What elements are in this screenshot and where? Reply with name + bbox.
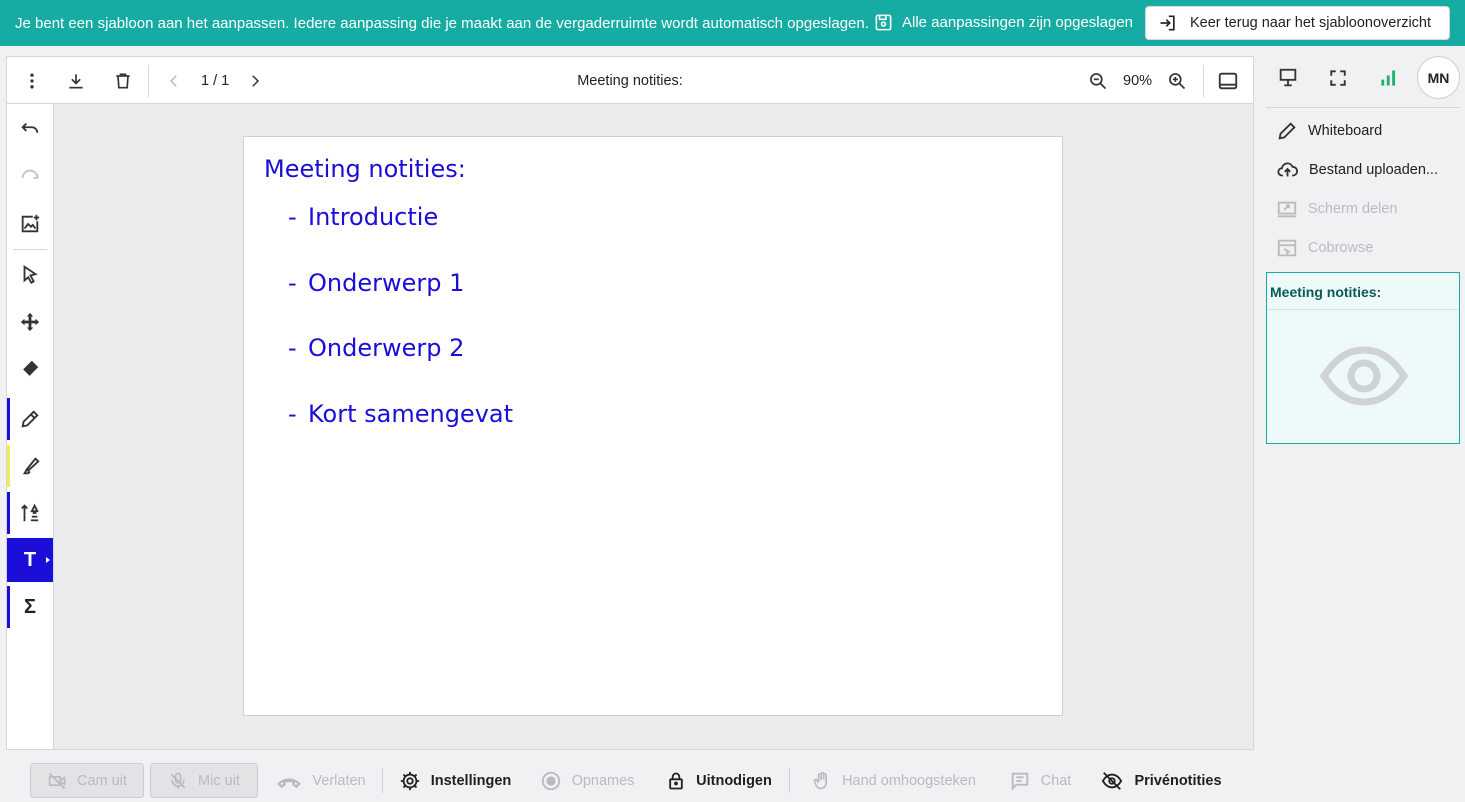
zoom-out-icon[interactable] (1086, 69, 1110, 93)
chat-button[interactable]: Chat (1004, 763, 1076, 798)
chat-label: Chat (1040, 772, 1072, 789)
line-width-icon[interactable] (7, 491, 53, 535)
canvas-list-item: - Onderwerp 1 (288, 269, 465, 297)
lock-icon (666, 770, 686, 792)
settings-button[interactable]: Instellingen (398, 763, 512, 798)
whiteboard-menu-item[interactable]: Whiteboard (1276, 120, 1382, 142)
sigma-icon: Σ (23, 595, 36, 618)
invite-label: Uitnodigen (696, 772, 772, 789)
pen-tool-icon[interactable] (7, 397, 53, 441)
cobrowse-menu-item[interactable]: Cobrowse (1276, 237, 1373, 259)
save-status: Alle aanpassingen zijn opgeslagen (874, 13, 1133, 32)
connection-strength-icon (1376, 66, 1400, 90)
mic-label: Mic uit (198, 772, 240, 789)
expand-arrow-icon (46, 557, 50, 563)
leave-label: Verlaten (312, 772, 366, 789)
eye-off-icon (1100, 770, 1124, 792)
text-tool-button[interactable]: T (7, 538, 53, 582)
highlighter-icon[interactable] (7, 444, 53, 488)
bottom-divider (382, 768, 383, 793)
invite-button[interactable]: Uitnodigen (664, 763, 774, 798)
fullscreen-icon[interactable] (1326, 66, 1350, 90)
recordings-label: Opnames (571, 772, 635, 789)
camera-label: Cam uit (77, 772, 127, 789)
back-button-label: Keer terug naar het sjabloonoverzicht (1190, 15, 1432, 31)
document-preview-card[interactable]: Meeting notities: (1266, 272, 1460, 444)
redo-icon[interactable] (7, 155, 53, 199)
user-avatar[interactable]: MN (1417, 56, 1460, 99)
select-tool-icon[interactable] (7, 253, 53, 297)
save-status-text: Alle aanpassingen zijn opgeslagen (902, 14, 1134, 31)
back-to-templates-button[interactable]: Keer terug naar het sjabloonoverzicht (1145, 6, 1450, 40)
sidebar-divider (1266, 107, 1460, 108)
mic-off-button[interactable]: Mic uit (150, 763, 258, 798)
eraser-icon[interactable] (7, 347, 53, 391)
tool-divider (13, 249, 47, 250)
screen-share-menu-item[interactable]: Scherm delen (1276, 198, 1397, 220)
private-notes-label: Privénotities (1134, 772, 1222, 789)
zoom-in-icon[interactable] (1165, 69, 1189, 93)
pencil-icon (1276, 120, 1298, 142)
document-title: Meeting notities: (577, 73, 683, 89)
record-icon (540, 770, 562, 792)
whiteboard-panel: 1 / 1 Meeting notities: 90% T Σ Meeting … (6, 56, 1254, 750)
toolbar-divider (1203, 65, 1204, 97)
raise-hand-label: Hand omhoogsteken (842, 772, 976, 789)
toggle-panel-icon[interactable] (1216, 69, 1240, 93)
eye-icon (1320, 345, 1408, 407)
template-banner: Je bent een sjabloon aan het aanpassen. … (0, 0, 1465, 46)
canvas-list-item: - Kort samengevat (288, 400, 514, 428)
cobrowse-icon (1276, 237, 1298, 259)
presentation-icon[interactable] (1276, 66, 1300, 90)
undo-icon[interactable] (7, 108, 53, 152)
preview-title: Meeting notities: (1270, 284, 1382, 300)
mic-off-icon (168, 771, 188, 791)
camera-off-button[interactable]: Cam uit (30, 763, 144, 798)
add-image-icon[interactable] (7, 202, 53, 246)
banner-message: Je bent een sjabloon aan het aanpassen. … (15, 15, 869, 32)
private-notes-button[interactable]: Privénotities (1100, 763, 1222, 798)
screen-share-icon (1276, 198, 1298, 220)
hand-icon (812, 770, 832, 792)
cloud-upload-icon (1276, 159, 1299, 181)
save-icon (874, 13, 893, 32)
drawing-tools: T Σ (7, 104, 54, 749)
hang-up-icon (276, 771, 302, 791)
chat-icon (1009, 770, 1031, 792)
bottom-divider (789, 768, 790, 793)
exit-icon (1158, 13, 1178, 33)
canvas-list-item: - Introductie (288, 203, 439, 231)
leave-button[interactable]: Verlaten (272, 763, 370, 798)
camera-off-icon (47, 771, 67, 791)
canvas-list-item: - Onderwerp 2 (288, 334, 465, 362)
settings-label: Instellingen (430, 772, 512, 789)
menu-label: Scherm delen (1308, 201, 1398, 217)
recordings-button[interactable]: Opnames (536, 763, 638, 798)
whiteboard-toolbar: 1 / 1 Meeting notities: 90% (7, 57, 1253, 104)
raise-hand-button[interactable]: Hand omhoogsteken (806, 763, 982, 798)
text-tool-icon: T (23, 548, 37, 571)
canvas-heading: Meeting notities: (264, 155, 466, 183)
zoom-level: 90% (1123, 73, 1153, 89)
preview-divider (1267, 309, 1459, 310)
formula-tool-button[interactable]: Σ (7, 585, 53, 629)
menu-label: Whiteboard (1308, 123, 1383, 139)
upload-file-menu-item[interactable]: Bestand uploaden... (1276, 159, 1438, 181)
menu-label: Bestand uploaden... (1309, 162, 1438, 178)
move-tool-icon[interactable] (7, 300, 53, 344)
whiteboard-canvas[interactable]: Meeting notities: - Introductie - Onderwer… (243, 136, 1063, 716)
menu-label: Cobrowse (1308, 240, 1374, 256)
gear-icon (399, 770, 421, 792)
